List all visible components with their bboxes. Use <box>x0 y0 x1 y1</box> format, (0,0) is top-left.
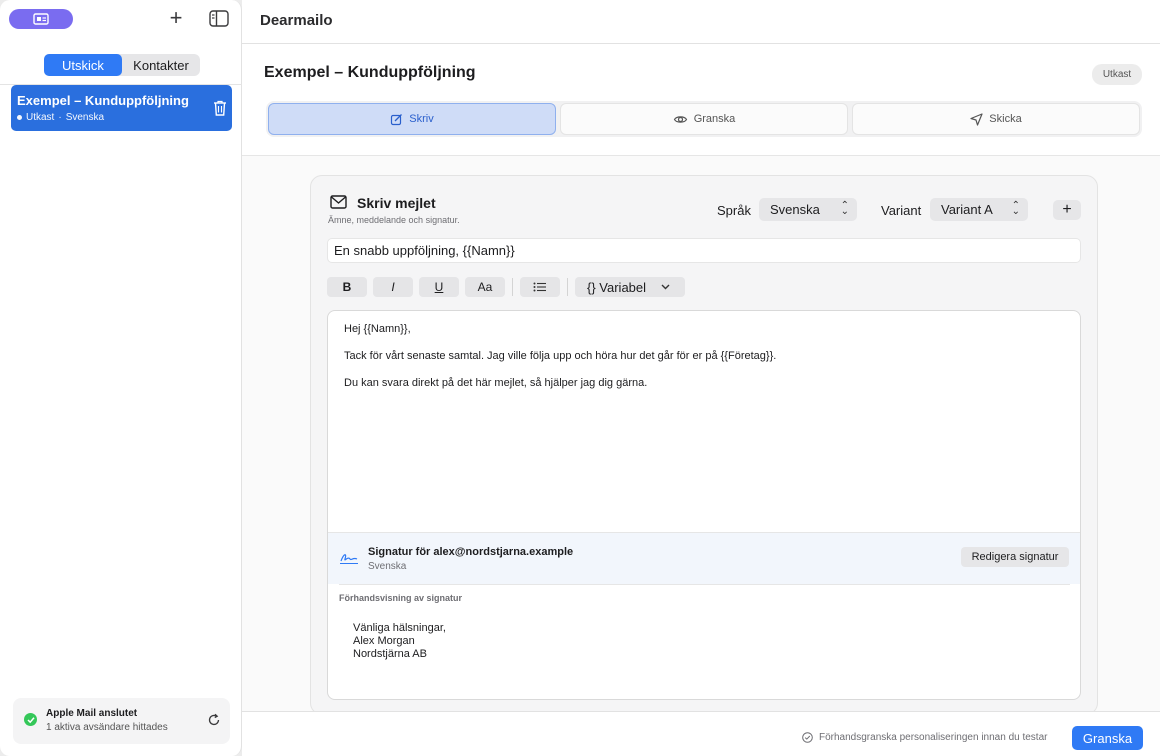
review-button[interactable]: Granska <box>1072 726 1143 750</box>
composer-subtitle: Ämne, meddelande och signatur. <box>328 215 460 225</box>
connection-title: Apple Mail anslutet <box>46 708 138 719</box>
refresh-icon[interactable] <box>207 713 221 727</box>
sidebar-item-title: Exempel – Kunduppföljning <box>17 93 189 108</box>
chevron-down-icon <box>661 284 670 290</box>
underline-button[interactable]: U <box>419 277 459 297</box>
mail-connection-status: Apple Mail anslutet 1 aktiva avsändare h… <box>13 698 230 744</box>
signature-language: Svenska <box>368 561 407 572</box>
updown-chevron-icon: ⌃ ⌄ <box>840 200 849 217</box>
status-dot-icon <box>17 115 22 120</box>
eye-icon <box>673 115 687 123</box>
app-switcher-button[interactable] <box>9 9 73 29</box>
body-line-3: Du kan svara direkt på det här mejlet, s… <box>344 377 648 389</box>
list-icon <box>533 282 546 292</box>
tab-skriv[interactable]: Skriv <box>268 103 556 135</box>
toolbar-separator <box>512 278 513 296</box>
sidebar-item-separator: · <box>58 112 62 123</box>
signature-icon <box>340 554 358 564</box>
signature-line: Alex Morgan <box>353 635 415 647</box>
list-button[interactable] <box>520 277 560 297</box>
signature-title: Signatur för alex@nordstjarna.example <box>368 546 574 558</box>
page-title: Exempel – Kunduppföljning <box>264 64 476 81</box>
body-line-1: Hej {{Namn}}, <box>344 323 411 335</box>
language-label: Språk <box>717 203 751 218</box>
check-circle-icon <box>802 732 813 743</box>
variant-value: Variant A <box>941 202 993 217</box>
body-line-2: Tack för vårt senaste samtal. Jag ville … <box>344 350 777 362</box>
segment-utskick[interactable]: Utskick <box>44 54 122 76</box>
sidebar-item-mailing[interactable]: Exempel – Kunduppföljning Utkast · Svens… <box>11 85 232 131</box>
step-tabs: Skriv Granska Skicka <box>266 101 1142 137</box>
edit-icon <box>391 113 403 125</box>
composer-card: Skriv mejlet Ämne, meddelande och signat… <box>310 175 1098 715</box>
composer-title: Skriv mejlet <box>357 195 436 211</box>
tab-label: Skicka <box>989 113 1022 125</box>
footer-bar: Förhandsgranska personaliseringen innan … <box>242 711 1160 756</box>
tab-label: Skriv <box>409 113 434 125</box>
signature-line: Nordstjärna AB <box>353 648 427 660</box>
tab-skicka[interactable]: Skicka <box>852 103 1140 135</box>
signature-divider <box>339 584 1070 585</box>
tab-granska[interactable]: Granska <box>560 103 848 135</box>
add-variant-button[interactable]: + <box>1053 200 1081 220</box>
header-divider <box>242 43 1160 44</box>
sidebar-item-status: Utkast <box>26 112 55 123</box>
updown-chevron-icon: ⌃ ⌄ <box>1011 200 1020 217</box>
variable-menu-button[interactable]: {} Variabel <box>575 277 685 297</box>
send-icon <box>970 112 983 126</box>
trash-icon[interactable] <box>213 100 227 116</box>
message-editor[interactable]: Hej {{Namn}}, Tack för vårt senaste samt… <box>327 310 1081 700</box>
variant-label: Variant <box>881 203 922 218</box>
sidebar-item-language: Svenska <box>65 112 105 123</box>
italic-button[interactable]: I <box>373 277 413 297</box>
new-mailing-button[interactable]: + <box>166 7 186 30</box>
main-panel: Dearmailo Exempel – Kunduppföljning Utka… <box>242 0 1160 756</box>
contact-card-icon <box>33 13 49 25</box>
signature-line: Vänliga hälsningar, <box>353 622 446 634</box>
variable-label: {} Variabel <box>587 279 647 295</box>
connection-subtitle: 1 aktiva avsändare hittades <box>46 722 168 733</box>
signature-preview: Vänliga hälsningar, Alex Morgan Nordstjä… <box>353 622 446 661</box>
envelope-icon <box>330 195 347 209</box>
sidebar: + Utskick Kontakter Exempel – Kunduppföl… <box>0 0 242 756</box>
sidebar-toggle-icon[interactable] <box>209 10 229 27</box>
variant-select[interactable]: Variant A ⌃ ⌄ <box>930 198 1028 221</box>
edit-signature-button[interactable]: Redigera signatur <box>961 547 1069 567</box>
footer-info: Förhandsgranska personaliseringen innan … <box>802 732 1047 743</box>
sidebar-item-meta: Utkast · Svenska <box>17 112 104 123</box>
status-badge: Utkast <box>1092 64 1142 85</box>
app-title: Dearmailo <box>260 12 333 29</box>
signature-preview-label: Förhandsvisning av signatur <box>339 593 463 603</box>
language-value: Svenska <box>770 202 820 217</box>
footer-info-text: Förhandsgranska personaliseringen innan … <box>819 732 1048 743</box>
subject-input[interactable]: En snabb uppföljning, {{Namn}} <box>327 238 1081 263</box>
text-case-button[interactable]: Aa <box>465 277 505 297</box>
signature-row: Signatur för alex@nordstjarna.example Sv… <box>328 532 1080 584</box>
toolbar-separator <box>567 278 568 296</box>
tab-label: Granska <box>693 113 736 125</box>
format-toolbar: B I U Aa {} Variabel <box>327 276 685 298</box>
checkmark-icon <box>24 713 37 726</box>
language-select[interactable]: Svenska ⌃ ⌄ <box>759 198 857 221</box>
bold-button[interactable]: B <box>327 277 367 297</box>
segment-kontakter[interactable]: Kontakter <box>122 54 200 76</box>
sidebar-segmented-control: Utskick Kontakter <box>44 54 200 76</box>
